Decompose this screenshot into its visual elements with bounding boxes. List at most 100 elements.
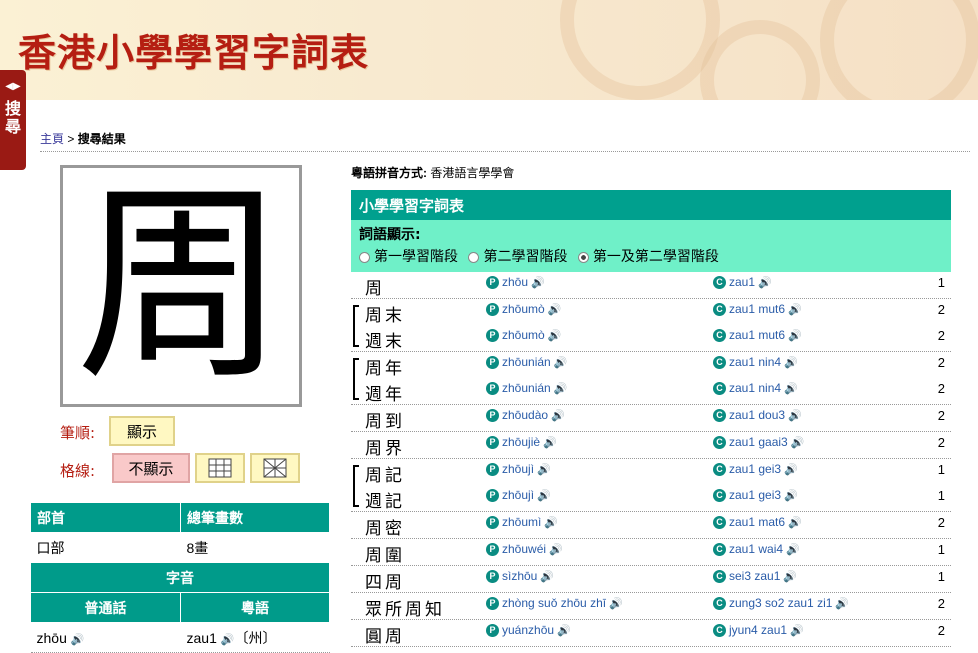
speaker-icon[interactable]: 🔊 (548, 303, 562, 316)
word-filter: 詞語顯示: 第一學習階段 第二學習階段 第一及第二學習階段 (351, 220, 951, 272)
speaker-icon[interactable]: 🔊 (531, 276, 545, 289)
show-stroke-order-button[interactable]: 顯示 (109, 416, 175, 446)
speaker-icon[interactable]: 🔊 (543, 436, 557, 449)
speaker-icon[interactable]: 🔊 (537, 463, 551, 476)
word-text: 眾所周知 (365, 600, 445, 620)
word-row: 周末 Pzhōumò 🔊 Czau1 mut6 🔊 2 (351, 299, 951, 326)
speaker-icon[interactable]: 🔊 (537, 489, 551, 502)
speaker-icon[interactable]: 🔊 (784, 382, 798, 395)
speaker-icon[interactable]: 🔊 (790, 624, 804, 637)
jyutping-badge-icon: C (713, 542, 726, 556)
speaker-icon[interactable]: 🔊 (544, 516, 558, 529)
romanization-note: 粵語拼音方式: 香港語言學學會 (351, 164, 514, 181)
jyutping-text: jyun4 zau1 (729, 623, 788, 637)
pinyin-cell: Pzhōumò 🔊 (486, 328, 561, 342)
breadcrumb-separator: > (64, 132, 78, 146)
word-text: 周圍 (365, 546, 405, 566)
speaker-icon[interactable]: 🔊 (540, 570, 554, 583)
speaker-icon[interactable]: 🔊 (551, 409, 565, 422)
word-row: 週年 Pzhōunián 🔊 Czau1 nin4 🔊 2 (351, 378, 951, 405)
word-row: 圓周 Pyuánzhōu 🔊 Cjyun4 zau1 🔊 2 (351, 620, 951, 647)
speaker-icon[interactable]: 🔊 (786, 543, 800, 556)
diagonal-grid-button[interactable] (250, 453, 300, 483)
jyutping-text: zau1 wai4 (729, 542, 784, 556)
stage-number: 2 (937, 596, 945, 611)
pinyin-cell: Pzhōujiè 🔊 (486, 435, 557, 449)
jyutping-badge-icon: C (713, 462, 726, 476)
grid-icon (208, 458, 232, 478)
stage-number: 2 (937, 328, 945, 343)
jyutping-badge-icon: C (713, 328, 726, 342)
speaker-icon[interactable]: 🔊 (783, 570, 797, 583)
pinyin-badge-icon: P (486, 488, 499, 502)
pinyin-text: zhōumò (502, 302, 545, 316)
word-text: 周記 (365, 466, 405, 486)
table-title: 小學學習字詞表 (351, 190, 951, 220)
search-side-tab[interactable]: ◀▶ 搜尋 (0, 70, 26, 170)
jyutping-text: zung3 so2 zau1 zi1 (729, 596, 833, 610)
speaker-icon[interactable]: 🔊 (788, 303, 802, 316)
jyutping-text: zau1 mat6 (729, 515, 786, 529)
speaker-icon[interactable]: 🔊 (554, 356, 568, 369)
stage-number: 2 (937, 408, 945, 423)
speaker-icon[interactable]: 🔊 (784, 489, 798, 502)
speaker-icon[interactable]: 🔊 (788, 409, 802, 422)
word-group: 周圍 Pzhōuwéi 🔊 Czau1 wai4 🔊 1 (351, 539, 951, 566)
romanization-label: 粵語拼音方式: (351, 166, 427, 180)
stage-number: 1 (937, 569, 945, 584)
pinyin-badge-icon: P (486, 462, 499, 476)
word-row: 四周 Psìzhōu 🔊 Csei3 zau1 🔊 1 (351, 566, 951, 593)
breadcrumb: 主頁 > 搜尋結果 (40, 130, 970, 152)
stage1-radio[interactable] (359, 251, 370, 263)
expand-arrows-icon: ◀▶ (5, 81, 21, 92)
pinyin-cell: Pzhōujì 🔊 (486, 462, 551, 476)
stage-number: 2 (937, 435, 945, 450)
pinyin-badge-icon: P (486, 596, 499, 610)
stage-number: 2 (937, 355, 945, 370)
jyutping-cell: Czau1 mut6 🔊 (713, 328, 802, 342)
jyutping-badge-icon: C (713, 515, 726, 529)
speaker-icon[interactable]: 🔊 (791, 436, 805, 449)
jyutping-cell: Czau1 mut6 🔊 (713, 302, 802, 316)
square-grid-button[interactable] (195, 453, 245, 483)
pinyin-badge-icon: P (486, 328, 499, 342)
word-text: 周 (365, 279, 385, 299)
jyutping-text: zau1 nin4 (729, 381, 782, 395)
speaker-icon[interactable]: 🔊 (554, 382, 568, 395)
speaker-icon[interactable]: 🔊 (784, 463, 798, 476)
pinyin-badge-icon: P (486, 275, 499, 289)
pinyin-badge-icon: P (486, 542, 499, 556)
stage-all-radio[interactable] (577, 251, 589, 263)
pinyin-badge-icon: P (486, 302, 499, 316)
word-row: 眾所周知 Pzhòng suǒ zhōu zhī 🔊 Czung3 so2 zau1 … (351, 593, 951, 620)
speaker-icon[interactable]: 🔊 (548, 329, 562, 342)
speaker-icon[interactable]: 🔊 (788, 516, 802, 529)
speaker-icon[interactable]: 🔊 (549, 543, 563, 556)
cantonese-value: zau1 (186, 629, 217, 646)
word-group: 周末 Pzhōumò 🔊 Czau1 mut6 🔊 2 週末 Pzhōumò 🔊 Czau1 mu… (351, 299, 951, 352)
word-text: 周界 (365, 439, 405, 459)
stroke-order-label: 筆順: (60, 424, 96, 442)
speaker-icon[interactable]: 🔊 (758, 276, 772, 289)
speaker-icon[interactable]: 🔊 (788, 329, 802, 342)
speaker-icon[interactable]: 🔊 (609, 597, 623, 610)
stage2-radio[interactable] (468, 251, 480, 263)
jyutping-text: zau1 dou3 (729, 408, 786, 422)
mandarin-cell: zhōu 🔊 (30, 622, 181, 653)
breadcrumb-home-link[interactable]: 主頁 (40, 132, 64, 146)
jyutping-cell: Czung3 so2 zau1 zi1 🔊 (713, 596, 849, 610)
jyutping-cell: Czau1 gei3 🔊 (713, 462, 798, 476)
speaker-icon[interactable]: 🔊 (784, 356, 798, 369)
stage-number: 2 (937, 623, 945, 638)
pinyin-badge-icon: P (486, 408, 499, 422)
speaker-icon[interactable]: 🔊 (71, 634, 85, 646)
speaker-icon[interactable]: 🔊 (221, 634, 235, 646)
speaker-icon[interactable]: 🔊 (557, 624, 571, 637)
cantonese-homophone: 〔州〕 (234, 629, 277, 646)
word-rows: 周 Pzhōu 🔊 Czau1 🔊 1 周末 Pzhōumò 🔊 Czau1 mut6 🔊 2 週末 Pz… (351, 272, 951, 647)
word-row: 周記 Pzhōujì 🔊 Czau1 gei3 🔊 1 (351, 459, 951, 486)
speaker-icon[interactable]: 🔊 (835, 597, 849, 610)
hide-grid-button[interactable]: 不顯示 (112, 453, 190, 483)
romanization-value: 香港語言學學會 (430, 166, 515, 180)
character-info-table: 部首 總筆畫數 口部 8畫 字音 普通話 粵語 zhōu 🔊 zau1 🔊〔州〕 (30, 502, 330, 653)
